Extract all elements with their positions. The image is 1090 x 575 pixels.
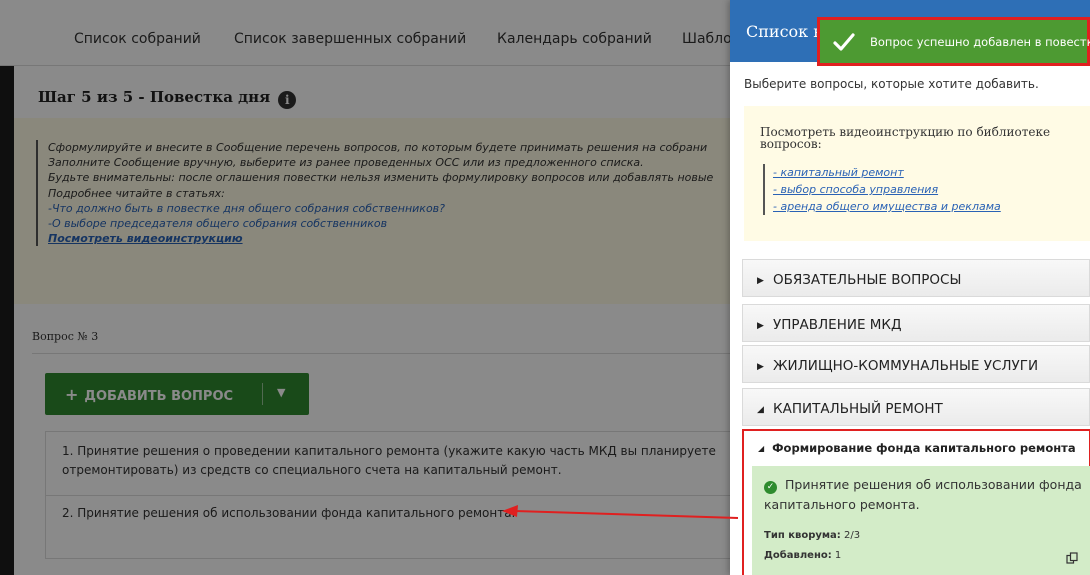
chevron-right-icon: ▶ — [757, 321, 764, 331]
checkmark-icon — [833, 33, 855, 51]
category-management[interactable]: ▶ УПРАВЛЕНИЕ МКД — [742, 304, 1090, 342]
quorum-label: Тип кворума: — [764, 530, 841, 541]
chevron-down-icon: ◢ — [757, 405, 764, 415]
category-mandatory[interactable]: ▶ ОБЯЗАТЕЛЬНЫЕ ВОПРОСЫ — [742, 259, 1090, 297]
subcategory-header[interactable]: ◢ Формирование фонда капитального ремонта — [758, 441, 1076, 455]
toast-message: Вопрос успешно добавлен в повестку — [870, 35, 1090, 49]
check-circle-icon: ✓ — [764, 481, 777, 494]
category-label: КАПИТАЛЬНЫЙ РЕМОНТ — [773, 401, 943, 417]
category-capital-repair[interactable]: ◢ КАПИТАЛЬНЫЙ РЕМОНТ — [742, 388, 1090, 426]
category-label: УПРАВЛЕНИЕ МКД — [773, 317, 902, 333]
added-question-text: Принятие решения об использовании фонда … — [764, 477, 1082, 512]
quorum-value: 2/3 — [844, 530, 861, 541]
category-label: ЖИЛИЩНО-КОММУНАЛЬНЫЕ УСЛУГИ — [773, 358, 1039, 374]
library-video-title: Посмотреть видеоинструкцию по библиотеке… — [760, 125, 1051, 151]
subcategory-title: Формирование фонда капитального ремонта — [772, 441, 1076, 455]
added-question-item[interactable]: ✓ Принятие решения об использовании фонда… — [752, 466, 1090, 575]
video-link-rent[interactable]: - аренда общего имущества и реклама — [773, 198, 1001, 215]
added-label: Добавлено: — [764, 550, 832, 561]
subcategory-capital-fund: ◢ Формирование фонда капитального ремонта… — [742, 429, 1090, 575]
copy-icon[interactable] — [1066, 552, 1078, 564]
success-toast[interactable]: Вопрос успешно добавлен в повестку — [817, 17, 1090, 66]
added-count: Добавлено: 1 — [764, 550, 841, 561]
library-video-links: - капитальный ремонт - выбор способа упр… — [763, 164, 1001, 215]
video-link-capital-repair[interactable]: - капитальный ремонт — [773, 164, 1001, 181]
category-utilities[interactable]: ▶ ЖИЛИЩНО-КОММУНАЛЬНЫЕ УСЛУГИ — [742, 345, 1090, 383]
panel-title: Список в — [746, 22, 823, 41]
chevron-right-icon: ▶ — [757, 362, 764, 372]
quorum-type: Тип кворума: 2/3 — [764, 530, 860, 541]
panel-subtitle: Выберите вопросы, которые хотите добавит… — [744, 77, 1039, 91]
category-label: ОБЯЗАТЕЛЬНЫЕ ВОПРОСЫ — [773, 272, 962, 288]
library-video-box: Посмотреть видеоинструкцию по библиотеке… — [744, 106, 1090, 241]
chevron-right-icon: ▶ — [757, 276, 764, 286]
chevron-down-icon: ◢ — [758, 444, 765, 453]
video-link-management[interactable]: - выбор способа управления — [773, 181, 1001, 198]
modal-backdrop[interactable] — [0, 0, 730, 575]
added-value: 1 — [834, 550, 842, 561]
added-question-text-wrap: ✓ Принятие решения об использовании фонда… — [764, 475, 1084, 515]
